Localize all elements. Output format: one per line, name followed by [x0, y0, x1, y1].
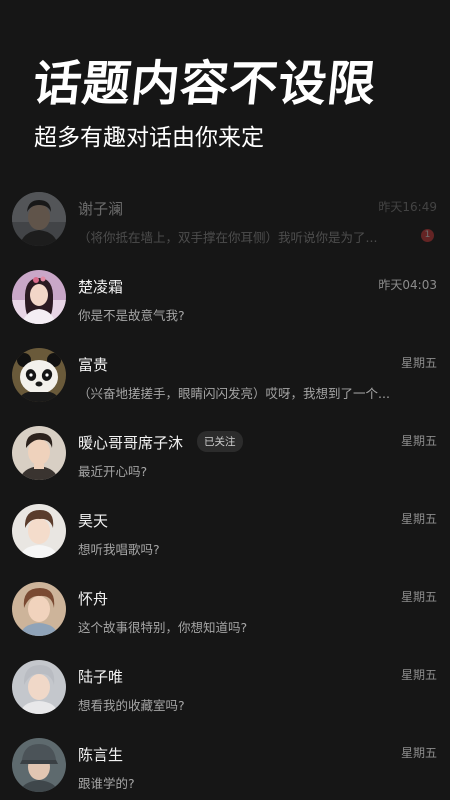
chat-row-haotian[interactable]: 昊天 星期五 想听我唱歌吗? — [0, 492, 450, 570]
chat-time: 星期五 — [400, 590, 437, 604]
chat-time: 星期五 — [400, 356, 437, 370]
chat-time: 星期五 — [400, 746, 437, 760]
chat-time: 昨天16:49 — [378, 200, 437, 214]
unread-badge: 1 — [421, 229, 434, 242]
chat-preview: 你是不是故意气我? — [78, 308, 185, 323]
chat-preview: 这个故事很特别，你想知道吗? — [78, 620, 248, 635]
chat-row-xie-zilan[interactable]: 谢子澜 昨天16:49 （将你抵在墙上，双手撑在你耳侧）我听说你是为了... 1 — [0, 180, 450, 258]
avatar — [12, 738, 66, 792]
promo-headline: 话题内容不设限 — [30, 56, 380, 112]
chat-preview: 想听我唱歌吗? — [78, 542, 160, 557]
promo-subline: 超多有趣对话由你来定 — [34, 125, 264, 151]
avatar — [12, 504, 66, 558]
avatar — [12, 582, 66, 636]
chat-time: 星期五 — [400, 668, 437, 682]
avatar — [12, 270, 66, 324]
chat-preview: 想看我的收藏室吗? — [78, 698, 185, 713]
chat-preview: （兴奋地搓搓手，眼睛闪闪发亮）哎呀，我想到了一个... — [78, 386, 390, 401]
chat-preview: 跟谁学的? — [78, 776, 135, 791]
chat-row-fugui[interactable]: 富贵 星期五 （兴奋地搓搓手，眼睛闪闪发亮）哎呀，我想到了一个... — [0, 336, 450, 414]
chat-time: 星期五 — [400, 434, 437, 448]
avatar — [12, 426, 66, 480]
chat-row-xi-zimu[interactable]: 暖心哥哥席子沐 已关注 星期五 最近开心吗? — [0, 414, 450, 492]
chat-name: 楚凌霜 — [78, 278, 124, 296]
avatar — [12, 660, 66, 714]
chat-row-chen-yansheng[interactable]: 陈言生 星期五 跟谁学的? — [0, 726, 450, 800]
chat-name: 陈言生 — [78, 746, 124, 764]
promo-header: 话题内容不设限 超多有趣对话由你来定 — [0, 0, 450, 160]
chat-name: 陆子唯 — [78, 668, 124, 686]
chat-time: 昨天04:03 — [378, 278, 437, 292]
chat-preview: （将你抵在墙上，双手撑在你耳侧）我听说你是为了... — [78, 230, 378, 245]
avatar — [12, 348, 66, 402]
chat-name: 怀舟 — [78, 590, 109, 608]
chat-row-huaizhou[interactable]: 怀舟 星期五 这个故事很特别，你想知道吗? — [0, 570, 450, 648]
followed-tag: 已关注 — [197, 431, 243, 452]
chat-time: 星期五 — [400, 512, 437, 526]
chat-name: 富贵 — [78, 356, 109, 374]
chat-name: 暖心哥哥席子沐 — [78, 434, 184, 452]
chat-row-chu-lingshuang[interactable]: 楚凌霜 昨天04:03 你是不是故意气我? — [0, 258, 450, 336]
chat-name: 谢子澜 — [78, 200, 124, 218]
chat-preview: 最近开心吗? — [78, 464, 148, 479]
chat-row-lu-ziwei[interactable]: 陆子唯 星期五 想看我的收藏室吗? — [0, 648, 450, 726]
chat-name: 昊天 — [78, 512, 109, 530]
avatar — [12, 192, 66, 246]
